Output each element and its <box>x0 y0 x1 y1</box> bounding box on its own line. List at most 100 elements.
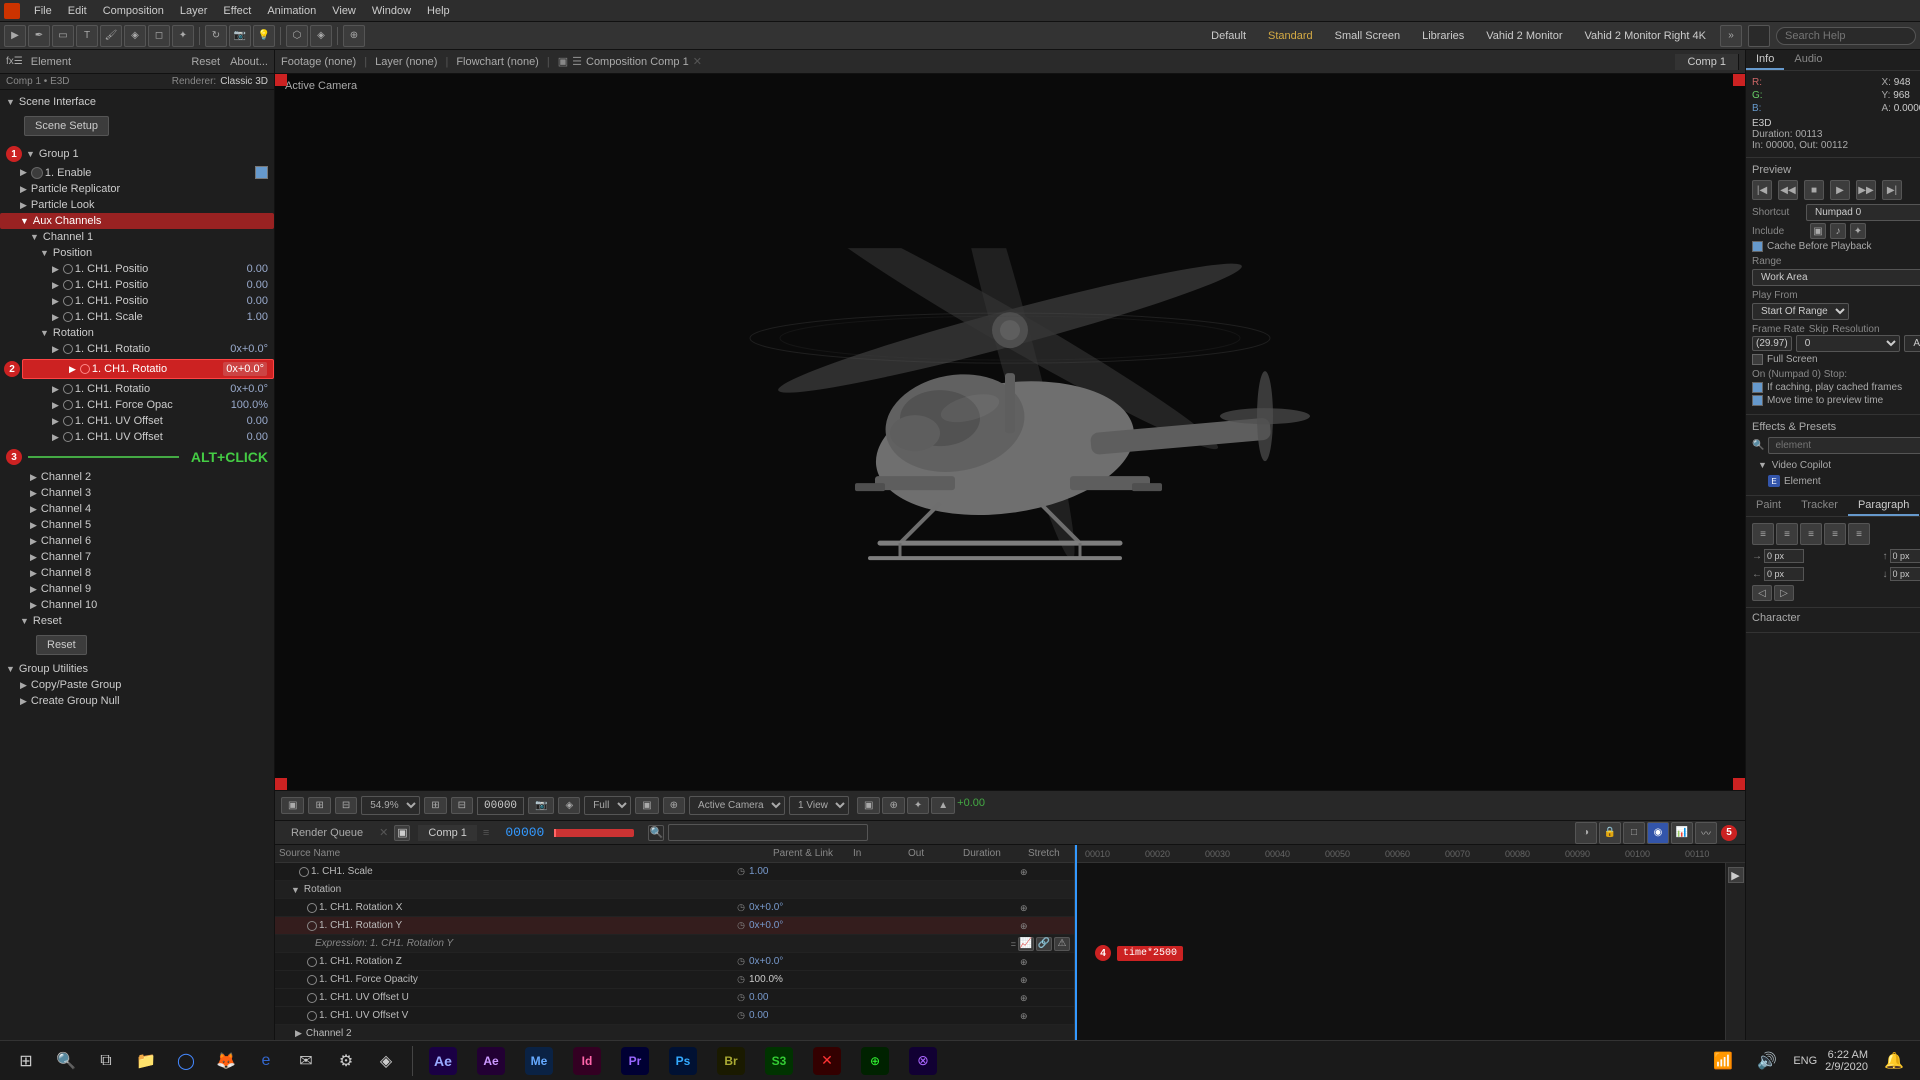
tab-audio[interactable]: Audio <box>1784 50 1832 70</box>
channel7-toggle[interactable]: ▶ Channel 7 <box>0 549 274 565</box>
workspace-default[interactable]: Default <box>1203 28 1254 44</box>
tl-uv-u-value[interactable]: 0.00 <box>749 992 829 1003</box>
taskbar-start[interactable]: ⊞ <box>8 1043 44 1079</box>
channel4-toggle[interactable]: ▶ Channel 4 <box>0 501 274 517</box>
taskbar-3d-viewer[interactable]: ◈ <box>368 1043 404 1079</box>
space-after-input[interactable] <box>1890 567 1920 581</box>
toolbar-pen[interactable]: ✒ <box>28 25 50 47</box>
taskbar-ae-app2[interactable]: Ae <box>469 1043 513 1079</box>
tl-rot-z-value[interactable]: 0x+0.0° <box>749 956 829 967</box>
workspace-expand[interactable]: » <box>1720 25 1742 47</box>
taskbar-clock[interactable]: 6:22 AM 2/9/2020 <box>1825 1049 1868 1073</box>
timeline-search-icon[interactable]: 🔍 <box>648 825 664 841</box>
cache-before-checkbox[interactable] <box>1752 241 1763 252</box>
taskbar-ie[interactable]: e <box>248 1043 284 1079</box>
resolution-select[interactable]: Auto <box>1904 335 1920 352</box>
taskbar-indesign[interactable]: Id <box>565 1043 609 1079</box>
paragraph-extra-btn1[interactable]: ◁ <box>1752 585 1772 601</box>
indent-before-input[interactable] <box>1764 549 1804 563</box>
toolbar-mask[interactable]: ⬡ <box>286 25 308 47</box>
effects-search-input[interactable] <box>1768 437 1920 454</box>
vc-toggle-channels[interactable]: ⊕ <box>663 797 685 814</box>
menu-view[interactable]: View <box>324 3 364 19</box>
toolbar-clone[interactable]: ◈ <box>124 25 146 47</box>
include-video[interactable]: ▣ <box>1810 223 1826 239</box>
vc-motion[interactable]: ✦ <box>907 797 929 814</box>
tl-force-opacity-stopwatch[interactable]: ◷ <box>737 974 745 985</box>
tl-rot-x-stopwatch[interactable]: ◷ <box>737 902 745 913</box>
enable-checkbox[interactable] <box>255 166 268 179</box>
reset-section-button[interactable]: Reset <box>36 635 87 655</box>
range-select[interactable]: Work Area <box>1752 269 1920 286</box>
comp-close[interactable]: ✕ <box>693 55 702 68</box>
group-utilities-toggle[interactable]: ▼ Group Utilities <box>0 661 274 677</box>
menu-layer[interactable]: Layer <box>172 3 216 19</box>
channel2-toggle[interactable]: ▶ Channel 2 <box>0 469 274 485</box>
taskbar-spin3d[interactable]: S3 <box>757 1043 801 1079</box>
taskbar-bridge[interactable]: Br <box>709 1043 753 1079</box>
force-opacity-value[interactable]: 100.0% <box>231 399 268 411</box>
taskbar-volume[interactable]: 🔊 <box>1749 1043 1785 1079</box>
vc-zoom-dropdown[interactable]: 54.9% <box>361 796 420 815</box>
tl-rotation-arrow[interactable]: ▼ <box>291 885 300 895</box>
vc-camera-dropdown[interactable]: Active Camera <box>689 796 785 815</box>
fullscreen-checkbox[interactable] <box>1752 354 1763 365</box>
pos-z-value[interactable]: 0.00 <box>247 295 268 307</box>
copy-paste-toggle[interactable]: ▶ Copy/Paste Group <box>0 677 274 693</box>
tab-paint[interactable]: Paint <box>1746 496 1791 516</box>
preview-next[interactable]: ▶▶ <box>1856 180 1876 200</box>
tl-rot-z-stopwatch[interactable]: ◷ <box>737 956 745 967</box>
taskbar-file-explorer[interactable]: 📁 <box>128 1043 164 1079</box>
toolbar-rotate[interactable]: ↻ <box>205 25 227 47</box>
workspace-vahid2[interactable]: Vahid 2 Monitor <box>1478 28 1570 44</box>
toolbar-eraser[interactable]: ◻ <box>148 25 170 47</box>
space-before-input[interactable] <box>1890 549 1920 563</box>
shortcut-select[interactable]: Numpad 0 <box>1806 204 1920 221</box>
preview-first[interactable]: |◀ <box>1752 180 1772 200</box>
if-caching-checkbox[interactable] <box>1752 382 1763 393</box>
taskbar-unknown1[interactable]: ✕ <box>805 1043 849 1079</box>
menu-window[interactable]: Window <box>364 3 419 19</box>
indent-after-input[interactable] <box>1764 567 1804 581</box>
taskbar-notifications[interactable]: 🔔 <box>1876 1043 1912 1079</box>
tl-scale-value[interactable]: 1.00 <box>749 866 829 877</box>
render-queue-tab[interactable]: Render Queue <box>281 825 373 841</box>
tl-uv-u-stopwatch[interactable]: ◷ <box>737 992 745 1003</box>
menu-help[interactable]: Help <box>419 3 458 19</box>
align-justify-all[interactable]: ≡ <box>1848 523 1870 545</box>
taskbar-ps[interactable]: Ps <box>661 1043 705 1079</box>
vc-toggle-mask[interactable]: ▣ <box>281 797 304 814</box>
timeline-search-input[interactable] <box>668 824 868 841</box>
rot-z-value[interactable]: 0x+0.0° <box>230 383 268 395</box>
taskbar-task-view[interactable]: ⧉ <box>88 1043 124 1079</box>
tl-lock[interactable]: 🔒 <box>1599 822 1621 844</box>
toolbar-snap[interactable]: ⊕ <box>343 25 365 47</box>
taskbar-chrome[interactable]: ◯ <box>168 1043 204 1079</box>
menu-edit[interactable]: Edit <box>60 3 95 19</box>
particle-look-toggle[interactable]: ▶ Particle Look <box>0 197 274 213</box>
reset-section-toggle[interactable]: ▼ Reset <box>0 613 274 629</box>
menu-composition[interactable]: Composition <box>95 3 172 19</box>
tab-info[interactable]: Info <box>1746 50 1784 70</box>
about-button[interactable]: About... <box>230 56 268 68</box>
toolbar-camera[interactable]: 📷 <box>229 25 251 47</box>
align-left[interactable]: ≡ <box>1752 523 1774 545</box>
scene-interface-toggle[interactable]: ▼ Scene Interface <box>0 94 274 110</box>
channel10-toggle[interactable]: ▶ Channel 10 <box>0 597 274 613</box>
toolbar-brush[interactable]: 🖌 <box>100 25 122 47</box>
include-effects[interactable]: ✦ <box>1850 223 1866 239</box>
toolbar-shape[interactable]: ▭ <box>52 25 74 47</box>
channel3-toggle[interactable]: ▶ Channel 3 <box>0 485 274 501</box>
uv-offset-v-value[interactable]: 0.00 <box>247 431 268 443</box>
tl-rot-y-value[interactable]: 0x+0.0° <box>749 920 829 931</box>
group1-toggle[interactable]: 1 ▼ Group 1 <box>0 144 274 164</box>
scene-setup-button[interactable]: Scene Setup <box>24 116 109 136</box>
vc-flow-toggle[interactable]: ⊕ <box>882 797 904 814</box>
vc-fit-btn[interactable]: ⊟ <box>451 797 473 814</box>
tl-motion-blur[interactable]: ◉ <box>1647 822 1669 844</box>
paragraph-extra-btn2[interactable]: ▷ <box>1774 585 1794 601</box>
preview-prev[interactable]: ◀◀ <box>1778 180 1798 200</box>
tl-ch2-arrow[interactable]: ▶ <box>295 1028 302 1039</box>
vc-toggle-grid[interactable]: ⊟ <box>335 797 357 814</box>
workspace-standard[interactable]: Standard <box>1260 28 1321 44</box>
